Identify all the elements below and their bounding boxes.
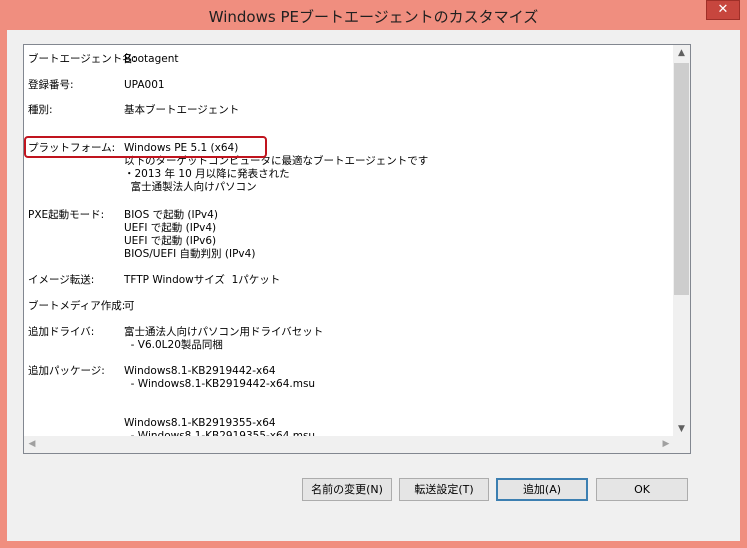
scrollbar-corner bbox=[673, 436, 690, 453]
label-bootagent-name: ブートエージェント名: bbox=[28, 53, 137, 65]
details-content: ブートエージェント名: Bootagent 登録番号: UPA001 種別: 基… bbox=[24, 45, 674, 437]
value-bootagent-name: Bootagent bbox=[124, 53, 179, 65]
horizontal-scrollbar[interactable]: ◀ ▶ bbox=[24, 436, 674, 453]
rename-button[interactable]: 名前の変更(N) bbox=[302, 478, 392, 501]
dialog-client: ブートエージェント名: Bootagent 登録番号: UPA001 種別: 基… bbox=[7, 30, 740, 541]
value-image-transfer: TFTP Windowサイズ 1パケット bbox=[124, 274, 281, 286]
scroll-left-icon[interactable]: ◀ bbox=[24, 436, 40, 453]
label-pxe-boot-mode: PXE起動モード: bbox=[28, 209, 105, 221]
value-additional-packages: Windows8.1-KB2919442-x64 - Windows8.1-KB… bbox=[124, 365, 316, 437]
vertical-scroll-thumb[interactable] bbox=[674, 63, 689, 295]
value-registration-number: UPA001 bbox=[124, 79, 165, 91]
label-type: 種別: bbox=[28, 104, 53, 116]
scroll-down-icon[interactable]: ▼ bbox=[673, 421, 690, 437]
value-additional-drivers: 富士通法人向けパソコン用ドライバセット - V6.0L20製品同梱 bbox=[124, 326, 324, 351]
label-image-transfer: イメージ転送: bbox=[28, 274, 95, 286]
details-listbox[interactable]: ブートエージェント名: Bootagent 登録番号: UPA001 種別: 基… bbox=[23, 44, 691, 454]
scroll-right-icon[interactable]: ▶ bbox=[658, 436, 674, 453]
transfer-settings-button[interactable]: 転送設定(T) bbox=[399, 478, 489, 501]
close-button[interactable]: ✕ bbox=[706, 0, 740, 20]
window-title: Windows PEブートエージェントのカスタマイズ bbox=[208, 8, 539, 26]
title-bar: Windows PEブートエージェントのカスタマイズ ✕ bbox=[0, 0, 747, 31]
value-boot-media: 可 bbox=[124, 300, 135, 312]
value-type: 基本ブートエージェント bbox=[124, 104, 240, 116]
label-registration-number: 登録番号: bbox=[28, 79, 74, 91]
scroll-up-icon[interactable]: ▲ bbox=[673, 45, 690, 61]
label-additional-drivers: 追加ドライバ: bbox=[28, 326, 95, 338]
ok-button[interactable]: OK bbox=[596, 478, 688, 501]
value-pxe-boot-mode: BIOS で起動 (IPv4) UEFI で起動 (IPv4) UEFI で起動… bbox=[124, 209, 256, 260]
add-button[interactable]: 追加(A) bbox=[496, 478, 588, 501]
label-additional-packages: 追加パッケージ: bbox=[28, 365, 105, 377]
platform-highlight-box bbox=[24, 136, 267, 158]
label-boot-media: ブートメディア作成: bbox=[28, 300, 126, 312]
vertical-scrollbar[interactable]: ▲ ▼ bbox=[673, 45, 690, 437]
